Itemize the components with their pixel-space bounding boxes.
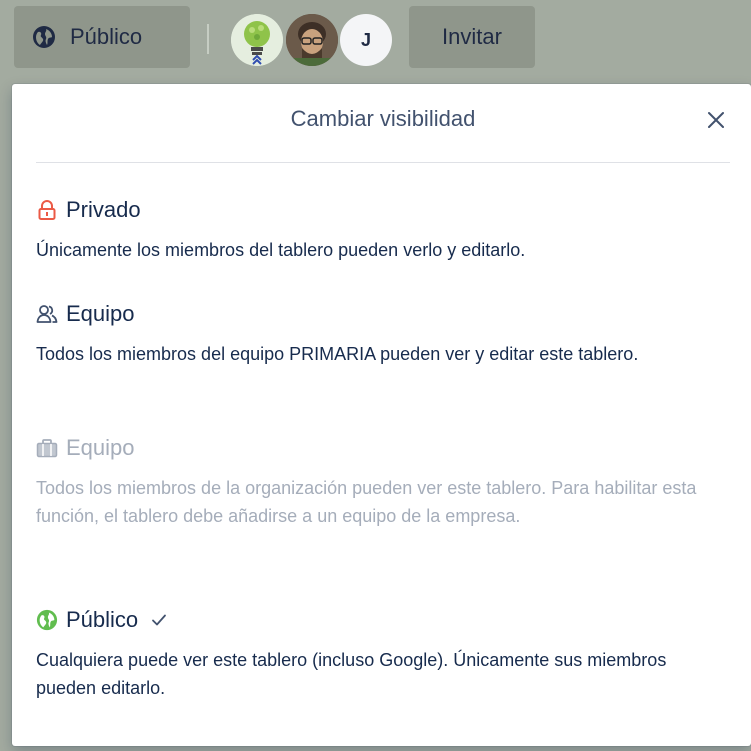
lock-icon (36, 199, 58, 221)
option-description: Cualquiera puede ver este tablero (inclu… (36, 650, 667, 698)
invite-button[interactable]: Invitar (409, 6, 535, 68)
option-name: Público (66, 607, 139, 632)
visibility-option-team[interactable]: Equipo Todos los miembros del equipo PRI… (36, 298, 726, 368)
globe-icon (36, 609, 58, 631)
close-icon[interactable] (702, 106, 730, 134)
briefcase-icon (36, 437, 58, 459)
popover-header: Cambiar visibilidad (36, 84, 730, 163)
checkmark-icon (152, 614, 167, 626)
bulb-logo-icon (231, 14, 283, 66)
option-description: Todos los miembros del equipo PRIMARIA p… (36, 344, 639, 364)
user-photo-icon (286, 14, 338, 66)
option-header: Público (36, 604, 726, 636)
option-name: Equipo (66, 301, 135, 326)
user-photo-avatar[interactable] (286, 14, 338, 66)
header-divider (207, 24, 209, 54)
team-icon (36, 303, 58, 325)
option-name: Privado (66, 197, 141, 222)
option-header: Equipo (36, 298, 726, 330)
user-initial-avatar[interactable]: J (340, 14, 392, 66)
globe-icon (33, 26, 55, 48)
visibility-popover: Cambiar visibilidad Privado Únicamente l… (12, 84, 751, 746)
option-description: Todos los miembros de la organización pu… (36, 478, 697, 526)
visibility-option-private[interactable]: Privado Únicamente los miembros del tabl… (36, 194, 726, 264)
option-description: Únicamente los miembros del tablero pued… (36, 240, 526, 260)
option-name: Equipo (66, 435, 135, 460)
board-header: Público J Invitar (0, 0, 751, 80)
visibility-option-public[interactable]: Público Cualquiera puede ver este tabler… (36, 604, 726, 702)
popover-title: Cambiar visibilidad (290, 106, 476, 131)
calasbrud-logo-avatar[interactable] (231, 14, 283, 66)
visibility-option-organization: Equipo Todos los miembros de la organiza… (36, 432, 726, 530)
visibility-button[interactable]: Público (14, 6, 190, 68)
option-header: Privado (36, 194, 726, 226)
option-header: Equipo (36, 432, 726, 464)
visibility-button-label: Público (70, 24, 143, 49)
avatar-initial: J (360, 29, 371, 50)
